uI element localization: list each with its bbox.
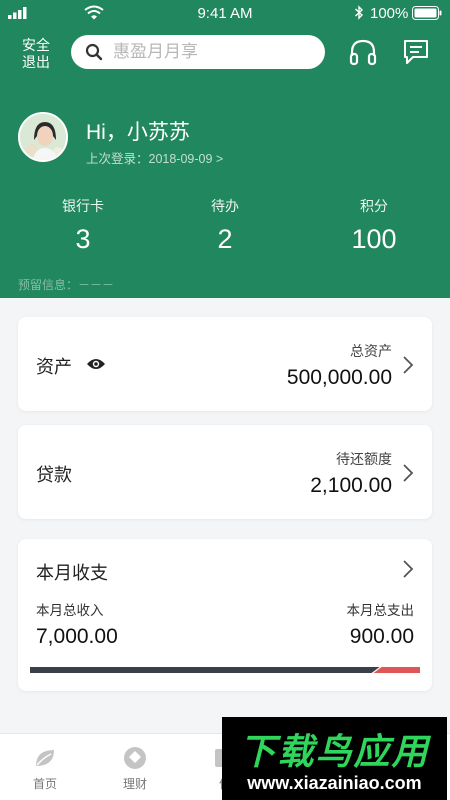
stat-bank-cards[interactable]: 银行卡 3 [8, 196, 158, 255]
watermark-url: www.xiazainiao.com [247, 773, 422, 793]
wealth-icon [124, 747, 146, 769]
income-bar-segment [30, 667, 380, 673]
greeting: Hi，小苏苏 [86, 121, 190, 144]
battery-icon [412, 6, 442, 20]
home-leaf-icon [36, 750, 54, 766]
header: 9:41 AM 100% 安全 退出 惠盈月月享 Hi，小苏苏 上次登录：201… [0, 0, 450, 298]
stat-todo[interactable]: 待办 2 [150, 196, 300, 255]
last-login-link[interactable]: 上次登录：2018-09-09 > [86, 148, 223, 167]
chevron-right-icon [403, 560, 414, 578]
chevron-right-icon [403, 356, 414, 374]
status-bar: 9:41 AM 100% [0, 0, 450, 28]
monthly-card[interactable]: 本月收支 本月总收入 7,000.00 本月总支出 900.00 [18, 539, 432, 691]
card-title: 贷款 [36, 465, 72, 485]
avatar-photo [20, 114, 66, 160]
logout-button[interactable]: 安全 退出 [18, 37, 54, 71]
chevron-right-icon [403, 464, 414, 482]
tab-home[interactable]: 首页 [0, 734, 90, 800]
message-icon[interactable] [402, 38, 430, 66]
expense-bar-segment [373, 667, 420, 673]
card-sub-label: 待还额度 [336, 451, 392, 467]
card-amount: 500,000.00 [286, 366, 392, 389]
expense-value: 900.00 [349, 625, 414, 648]
expense-label: 本月总支出 [346, 603, 415, 618]
search-input[interactable] [113, 35, 313, 69]
tab-label: 理财 [122, 777, 147, 791]
avatar[interactable] [18, 112, 68, 162]
stat-label: 积分 [360, 198, 388, 214]
search-icon [85, 43, 103, 61]
watermark: 下载鸟应用 www.xiazainiao.com [222, 717, 447, 800]
reserved-info: 预留信息：－－－ [18, 278, 115, 292]
stat-value: 100 [351, 224, 397, 254]
tab-wealth[interactable]: 理财 [90, 734, 180, 800]
watermark-title: 下载鸟应用 [239, 731, 430, 772]
battery-percent: 100% [370, 5, 409, 22]
search-bar[interactable] [71, 35, 325, 69]
bluetooth-icon [355, 5, 364, 20]
stat-value: 2 [217, 224, 233, 254]
stat-value: 3 [75, 224, 91, 254]
headset-icon[interactable] [348, 37, 378, 67]
card-title: 本月收支 [36, 563, 108, 583]
logout-label: 安全 退出 [22, 37, 50, 70]
stat-label: 银行卡 [62, 198, 104, 214]
income-expense-bar [30, 667, 420, 673]
tab-label: 首页 [32, 777, 57, 791]
card-sub-label: 总资产 [350, 343, 392, 359]
card-title: 资产 [36, 357, 72, 377]
loan-card[interactable]: 贷款 待还额度 2,100.00 [18, 425, 432, 519]
stat-points[interactable]: 积分 100 [299, 196, 449, 255]
income-value: 7,000.00 [36, 625, 118, 648]
card-amount: 2,100.00 [310, 474, 392, 497]
assets-card[interactable]: 资产 总资产 500,000.00 [18, 317, 432, 411]
stat-label: 待办 [211, 198, 239, 214]
eye-icon[interactable] [86, 357, 106, 371]
income-label: 本月总收入 [36, 603, 104, 618]
